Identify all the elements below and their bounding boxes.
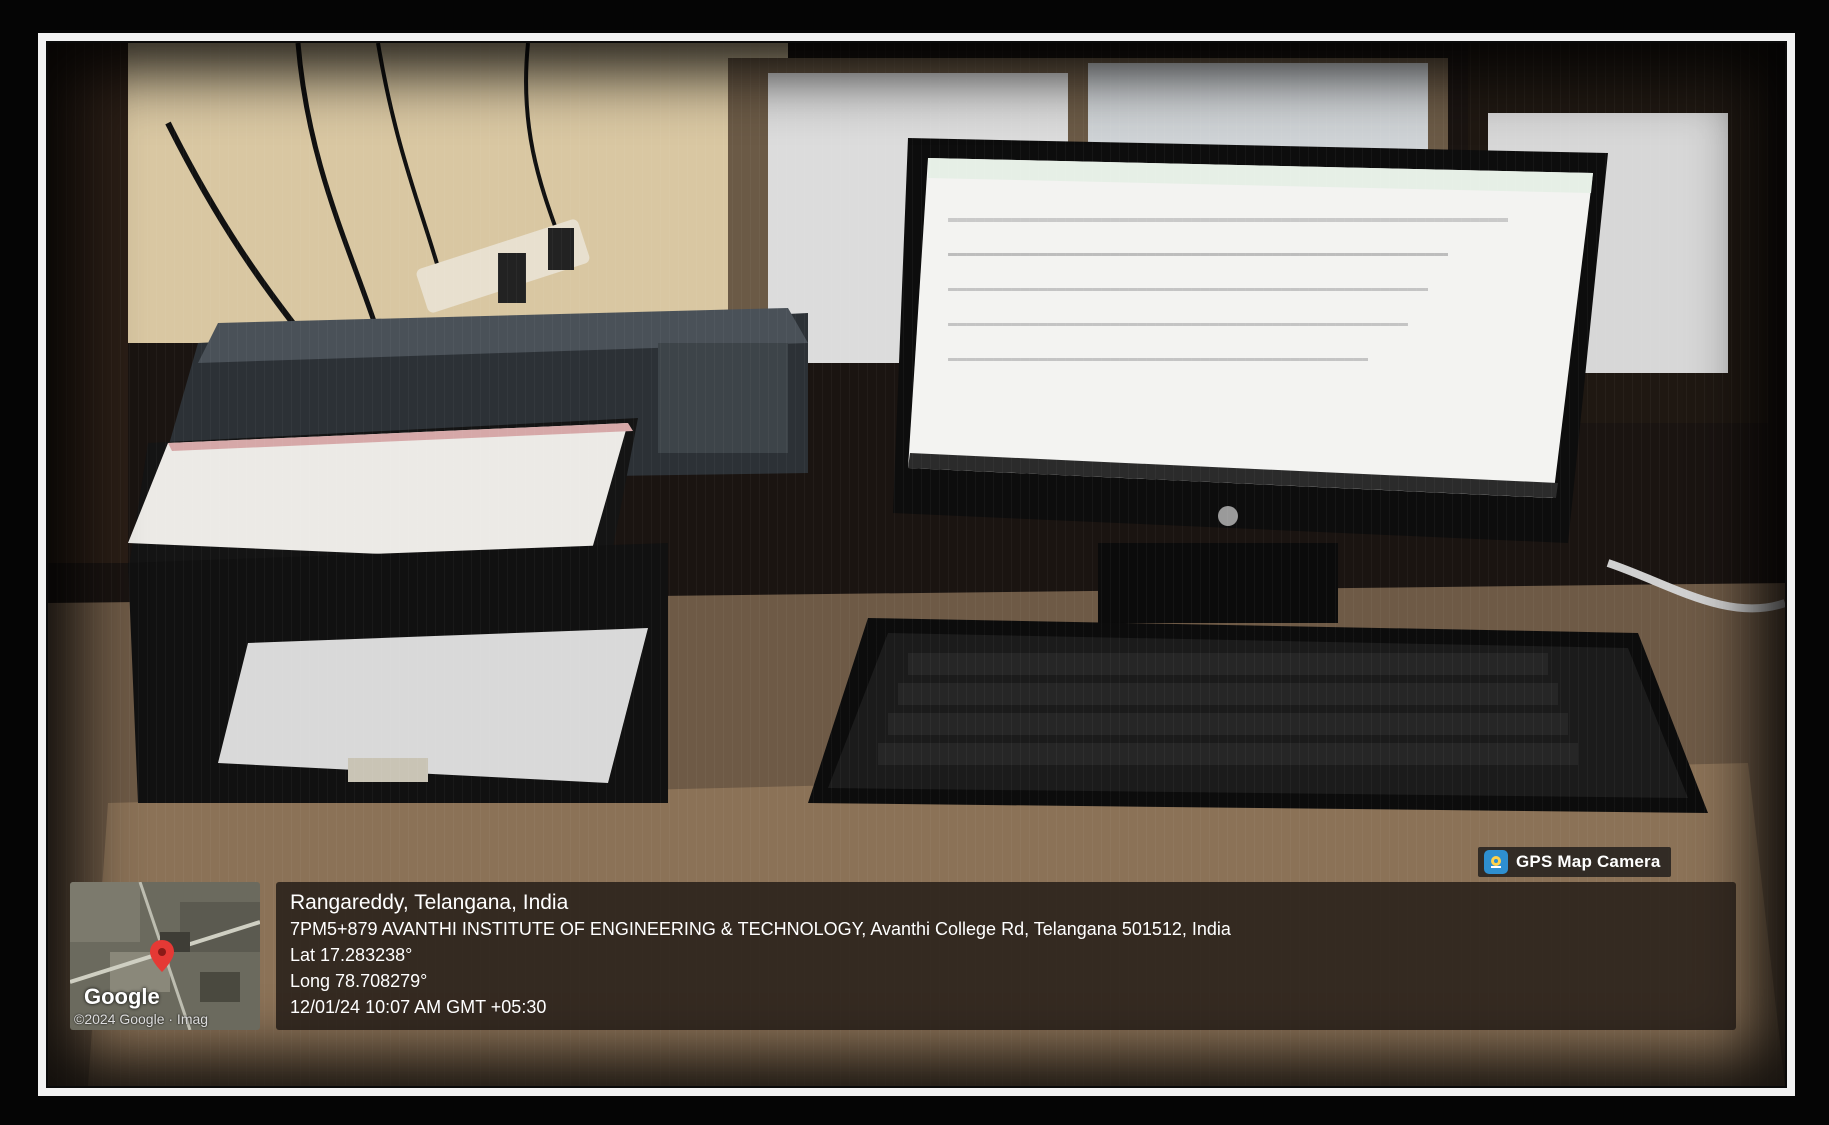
latitude-text: Lat 17.283238°: [290, 945, 413, 965]
gps-camera-icon: [1484, 850, 1508, 874]
hp-logo: [1218, 506, 1238, 526]
location-title: Rangareddy, Telangana, India: [290, 891, 569, 914]
keyboard: [808, 618, 1708, 813]
paper-stack: [218, 628, 648, 783]
location-address: 7PM5+879 AVANTHI INSTITUTE OF ENGINEERIN…: [290, 919, 1231, 939]
monitor-screen: [908, 158, 1593, 498]
map-thumbnail: Google ©2024 Google · Imag: [70, 882, 260, 1030]
badge-label: GPS Map Camera: [1516, 852, 1661, 871]
gps-map-camera-badge: GPS Map Camera: [1478, 847, 1671, 877]
google-logo: Google: [84, 984, 160, 1009]
location-info-box: Rangareddy, Telangana, India 7PM5+879 AV…: [276, 882, 1736, 1030]
longitude-text: Long 78.708279°: [290, 971, 428, 991]
datetime-text: 12/01/24 10:07 AM GMT +05:30: [290, 997, 547, 1017]
map-copyright: ©2024 Google · Imag: [74, 1011, 209, 1027]
